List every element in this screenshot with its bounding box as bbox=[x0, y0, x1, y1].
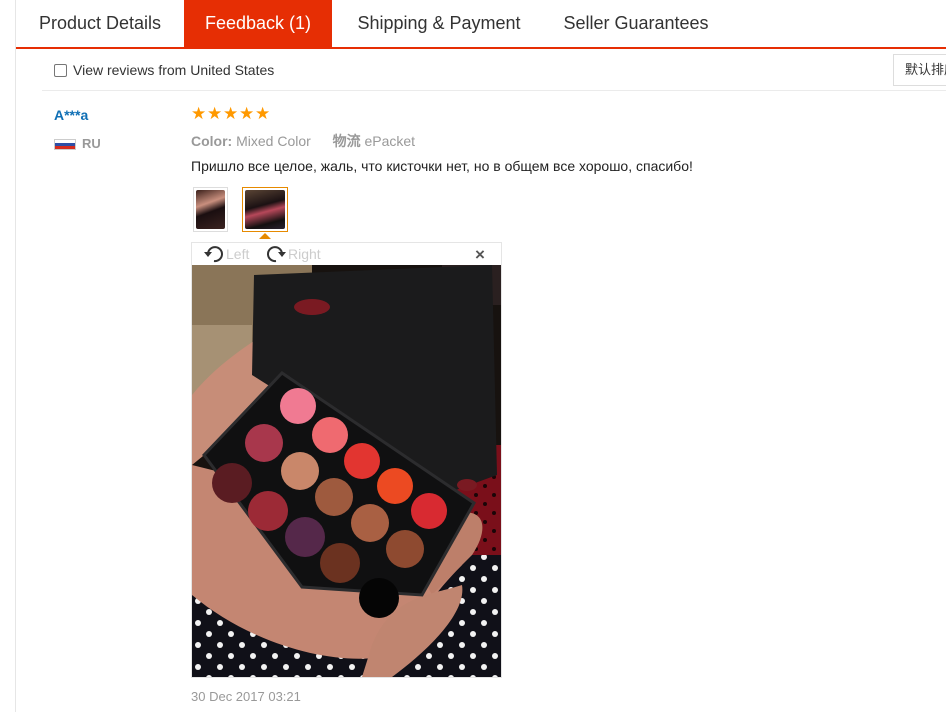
rotate-right-button[interactable]: Right bbox=[264, 243, 321, 265]
divider bbox=[42, 90, 946, 91]
star-rating: ★ ★ ★ ★ ★ bbox=[191, 104, 271, 123]
left-border bbox=[15, 0, 16, 712]
review-photo-thumbnail-selected[interactable] bbox=[242, 187, 288, 232]
star-icon: ★ bbox=[239, 104, 255, 123]
tab-bar: Product Details Feedback (1) Shipping & … bbox=[16, 0, 946, 49]
star-icon: ★ bbox=[223, 104, 239, 123]
review-date: 30 Dec 2017 03:21 bbox=[191, 689, 301, 704]
rotate-left-label: Left bbox=[226, 246, 250, 262]
country-filter: View reviews from United States bbox=[54, 60, 274, 80]
us-reviews-label[interactable]: View reviews from United States bbox=[73, 62, 274, 78]
tab-product-details[interactable]: Product Details bbox=[16, 0, 184, 47]
buyer-country: RU bbox=[82, 136, 101, 151]
viewer-toolbar: Left Right × bbox=[192, 243, 501, 265]
rotate-left-button[interactable]: Left bbox=[202, 243, 249, 265]
rotate-right-label: Right bbox=[288, 246, 321, 262]
color-value: Mixed Color bbox=[236, 133, 311, 149]
sort-dropdown[interactable]: 默认排序 bbox=[893, 54, 946, 86]
color-label: Color: bbox=[191, 133, 233, 149]
rotate-right-icon bbox=[267, 246, 286, 263]
review-text: Пришло все целое, жаль, что кисточки нет… bbox=[191, 158, 693, 174]
us-reviews-checkbox[interactable] bbox=[54, 63, 67, 77]
star-icon: ★ bbox=[207, 104, 223, 123]
tab-seller-guarantees[interactable]: Seller Guarantees bbox=[546, 0, 726, 47]
selected-thumbnail-caret bbox=[259, 233, 271, 239]
tab-feedback[interactable]: Feedback (1) bbox=[184, 0, 332, 47]
star-icon: ★ bbox=[191, 104, 207, 123]
logistics-label: 物流 bbox=[332, 133, 361, 149]
rotate-left-icon bbox=[204, 246, 223, 263]
tab-shipping-payment[interactable]: Shipping & Payment bbox=[332, 0, 546, 47]
star-icon: ★ bbox=[255, 104, 271, 123]
buyer-name-link[interactable]: A***a bbox=[54, 107, 88, 123]
photo-viewer: Left Right × bbox=[191, 242, 502, 678]
order-info: Color: Mixed Color 物流 ePacket bbox=[191, 131, 415, 151]
lip-palette-photo bbox=[192, 265, 501, 677]
review-photo-thumbnail[interactable] bbox=[193, 187, 228, 232]
logistics-value: ePacket bbox=[364, 133, 416, 149]
close-viewer-button[interactable]: × bbox=[475, 245, 485, 265]
russia-flag-icon bbox=[54, 139, 76, 150]
review-photo bbox=[192, 265, 501, 677]
